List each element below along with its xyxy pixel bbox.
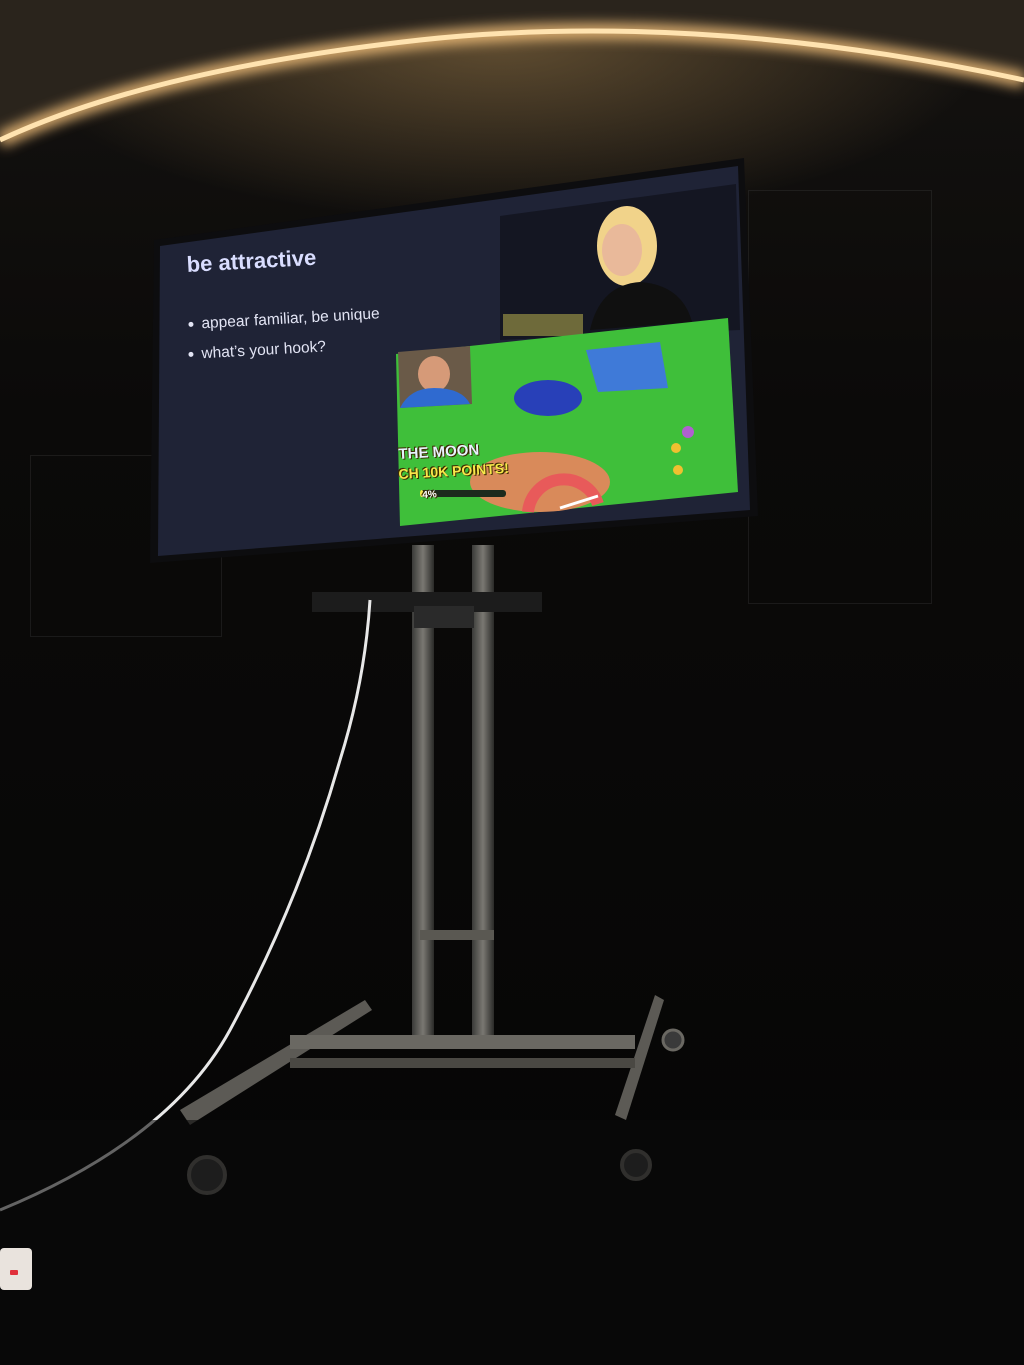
power-led [10,1270,18,1275]
bullet-dot [188,352,194,358]
scene-graphics [0,0,1024,1365]
stand-pole-right [472,545,494,1045]
streamer-face [418,356,450,392]
game-blue-platform [514,380,582,416]
stand-crossbar [420,930,494,940]
power-socket [0,1248,32,1290]
bullet-dot [188,322,194,328]
stand-base-bar [290,1035,635,1049]
game-star-yellow [671,443,681,453]
game-progress-label: 4% [422,489,438,501]
stand-base-bar-2 [290,1058,635,1068]
ceiling-surface [0,0,1024,140]
stand-leg-right [615,995,664,1120]
floor [0,1120,1024,1365]
caster-wheel-back [661,1028,685,1052]
photo-scene: be attractive appear familiar, be unique… [0,0,1024,1365]
stand-mount-plate [414,606,474,628]
host-face [602,224,642,276]
power-cable [0,599,372,1212]
game-star-purple [682,426,694,438]
game-water-island [586,342,668,392]
bottles-row [503,314,583,336]
game-star-yellow-2 [673,465,683,475]
